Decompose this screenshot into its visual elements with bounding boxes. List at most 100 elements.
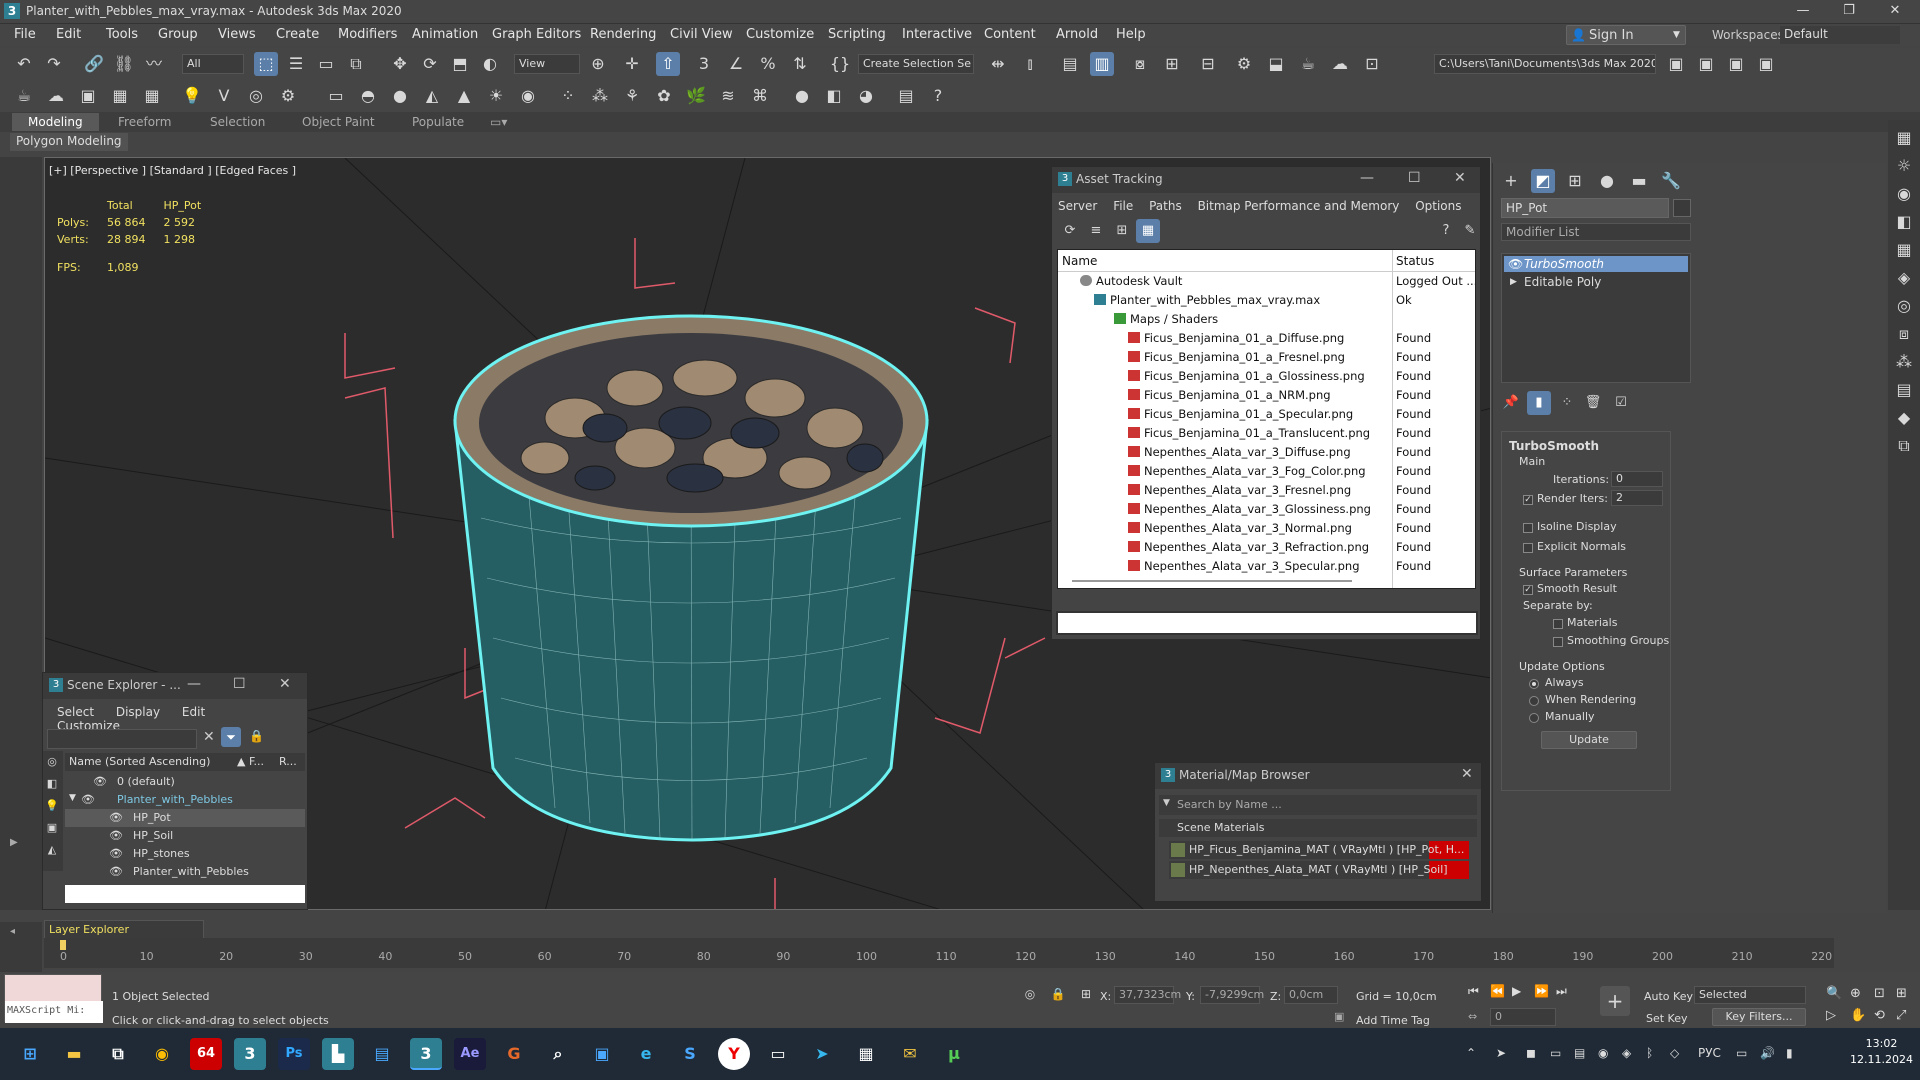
menu-server[interactable]: Server — [1058, 199, 1097, 213]
project-folder-icon[interactable]: ▣ — [1664, 52, 1688, 76]
place-icon[interactable]: ◐ — [478, 52, 502, 76]
ribbon-options-icon[interactable]: ▭▾ — [490, 115, 507, 129]
cameras-icon[interactable]: ◉ — [1892, 182, 1916, 206]
menu-interactive[interactable]: Interactive — [902, 27, 972, 42]
spot-icon[interactable]: ▲ — [452, 84, 476, 108]
prev-frame-icon[interactable]: ⏪ — [1490, 984, 1505, 998]
column-name[interactable]: Name (Sorted Ascending) — [69, 755, 210, 768]
menu-modifiers[interactable]: Modifiers — [338, 27, 397, 42]
pivot-icon[interactable]: ⊕ — [586, 52, 610, 76]
close-button[interactable]: ✕ — [1461, 766, 1473, 782]
task-view-icon[interactable]: ⧉ — [102, 1038, 134, 1070]
menu-views[interactable]: Views — [218, 27, 256, 42]
workspace-dropdown[interactable]: Default — [1780, 26, 1900, 44]
telegram-icon[interactable]: ➤ — [806, 1038, 838, 1070]
chrome-icon[interactable]: ◉ — [146, 1038, 178, 1070]
vray-frame-icon[interactable]: ◎ — [244, 84, 268, 108]
refresh-icon[interactable]: ⟳ — [1058, 219, 1082, 243]
particles-icon[interactable]: ⁂ — [1892, 350, 1916, 374]
photoshop-icon[interactable]: Ps — [278, 1038, 310, 1070]
asset-row[interactable]: Nepenthes_Alata_var_3_Specular.png Found — [1058, 557, 1475, 576]
tray-chevron-icon[interactable]: ⌃ — [1466, 1046, 1476, 1060]
proxy-icon[interactable]: ⁘ — [556, 84, 580, 108]
help-icon[interactable]: ? — [1434, 219, 1458, 243]
search-icon[interactable]: ⌕ — [542, 1038, 574, 1070]
material-item[interactable]: HP_Ficus_Benjamina_MAT ( VRayMtl ) [HP_P… — [1169, 841, 1469, 859]
auto-key-button[interactable]: Auto Key — [1644, 990, 1693, 1003]
clear-search-icon[interactable]: ✕ — [203, 729, 215, 745]
asset-row[interactable]: Ficus_Benjamina_01_a_NRM.png Found — [1058, 386, 1475, 405]
chevron-down-icon[interactable]: ▼ — [1163, 798, 1170, 808]
maxscript-listener[interactable]: MAXScript Mi: — [4, 974, 103, 1023]
network-icon[interactable]: ▭ — [1736, 1046, 1747, 1060]
turbosmooth-title[interactable]: TurboSmooth — [1509, 439, 1599, 453]
select-manipulate-icon[interactable]: ✛ — [620, 52, 644, 76]
asset-row[interactable]: Nepenthes_Alata_var_3_Fog_Color.png Found — [1058, 462, 1475, 481]
clipper-icon[interactable]: ⌘ — [748, 84, 772, 108]
battery-icon[interactable]: ▮ — [1786, 1046, 1793, 1060]
mirror-icon[interactable]: ⇹ — [986, 52, 1010, 76]
checker-icon[interactable]: ▦ — [1892, 126, 1916, 150]
asset-row[interactable]: Nepenthes_Alata_var_3_Glossiness.png Foun… — [1058, 500, 1475, 519]
mesh-light-icon[interactable]: ◭ — [420, 84, 444, 108]
key-selection-dropdown[interactable]: Selected — [1694, 986, 1806, 1004]
scene-row[interactable]: 👁 HP_Soil — [65, 827, 305, 845]
info-icon[interactable]: ▤ — [894, 84, 918, 108]
cameras-filter-icon[interactable]: ▣ — [43, 819, 61, 837]
utilities-tab-icon[interactable]: 🔧 — [1659, 169, 1683, 193]
edge-icon[interactable]: e — [630, 1038, 662, 1070]
hair-icon[interactable]: ≋ — [716, 84, 740, 108]
3dsmax-icon[interactable]: 3 — [234, 1038, 266, 1070]
set-key-mode-icon[interactable]: + — [1600, 986, 1630, 1016]
box-icon[interactable]: ◆ — [1892, 406, 1916, 430]
after-effects-icon[interactable]: Ae — [454, 1038, 486, 1070]
geometry-filter-icon[interactable]: ◧ — [43, 775, 61, 793]
fur-icon[interactable]: ⚘ — [620, 84, 644, 108]
minimize-button[interactable]: — — [1360, 170, 1374, 186]
menu-help[interactable]: Help — [1116, 27, 1146, 42]
zoom-all-icon[interactable]: ⊕ — [1850, 986, 1861, 1001]
torrent-icon[interactable]: μ — [938, 1038, 970, 1070]
eye-icon[interactable]: 👁 — [1508, 256, 1523, 272]
curve-icon[interactable]: ◂ — [10, 926, 15, 937]
menu-civil-view[interactable]: Civil View — [670, 27, 733, 42]
eye-icon[interactable]: 👁 — [109, 847, 123, 860]
close-button[interactable]: ✕ — [1454, 170, 1466, 186]
layer-explorer-dropdown[interactable]: Layer Explorer — [44, 920, 204, 940]
list-view-icon[interactable]: ≡ — [1084, 219, 1108, 243]
time-config-icon[interactable]: ⇔ — [1468, 1010, 1477, 1023]
menu-edit[interactable]: Edit — [56, 27, 81, 42]
tray-nvidia-icon[interactable]: ◉ — [1598, 1046, 1608, 1060]
isoline-checkbox[interactable] — [1523, 523, 1533, 533]
tab-selection[interactable]: Selection — [210, 115, 265, 129]
tab-freeform[interactable]: Freeform — [118, 115, 171, 129]
menu-paths[interactable]: Paths — [1149, 199, 1182, 213]
sun-icon[interactable]: ☀ — [484, 84, 508, 108]
next-frame-icon[interactable]: ⏩ — [1534, 984, 1549, 998]
object-name-field[interactable]: HP_Pot — [1501, 198, 1669, 218]
rotate-icon[interactable]: ⟳ — [418, 52, 442, 76]
window-crossing-icon[interactable]: ⧉ — [344, 52, 368, 76]
mail-icon[interactable]: ✉ — [894, 1038, 926, 1070]
orbit-icon[interactable]: ⟲ — [1874, 1008, 1885, 1023]
render-icon[interactable]: ☕ — [1296, 52, 1320, 76]
horizontal-scrollbar[interactable] — [1072, 580, 1352, 582]
save-icon[interactable]: ▣ — [586, 1038, 618, 1070]
asset-row[interactable]: Ficus_Benjamina_01_a_Fresnel.png Found — [1058, 348, 1475, 367]
percent-snap-icon[interactable]: % — [756, 52, 780, 76]
cloud-icon[interactable]: ☁ — [44, 84, 68, 108]
project-create-icon[interactable]: ▣ — [1724, 52, 1748, 76]
maximize-viewport-icon[interactable]: ⤢ — [1896, 1008, 1906, 1023]
iterations-spinner[interactable]: 0 — [1611, 471, 1663, 487]
x-coordinate[interactable]: 37,7323cm — [1114, 986, 1181, 1004]
track-bar-toggle[interactable]: ◂ — [0, 922, 42, 972]
helpers-icon[interactable]: ◈ — [1892, 266, 1916, 290]
volume-icon[interactable]: 🔊 — [1760, 1046, 1775, 1060]
eye-icon[interactable]: 👁 — [81, 793, 95, 806]
scene-horizontal-scroll[interactable] — [65, 885, 305, 903]
language-indicator[interactable]: РУС — [1698, 1046, 1721, 1060]
current-frame-field[interactable]: 0 — [1490, 1008, 1556, 1026]
zoom-extents-icon[interactable]: ⊡ — [1874, 986, 1885, 1001]
render-frame-icon[interactable]: ▣ — [76, 84, 100, 108]
viewport-label[interactable]: [+] [Perspective ] [Standard ] [Edged Fa… — [49, 164, 296, 177]
